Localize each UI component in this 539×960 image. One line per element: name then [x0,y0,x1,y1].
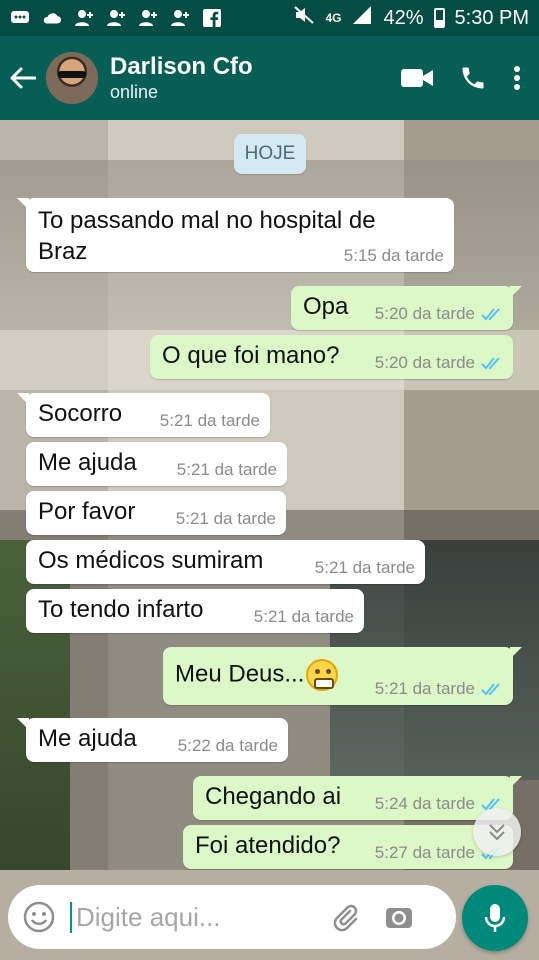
message-outgoing[interactable]: Chegando ai 5:24 da tarde [193,776,522,820]
message-outgoing[interactable]: Opa 5:20 da tarde [291,286,522,330]
more-options-icon[interactable] [513,65,521,91]
message-time: 5:21 da tarde [253,607,354,626]
read-ticks-icon [481,308,500,321]
signal-icon [351,5,373,31]
cloud-icon [42,9,62,27]
message-text: Socorro [38,400,123,427]
voice-message-button[interactable] [462,885,528,951]
contact-avatar[interactable] [46,52,98,104]
add-contact-notification-icon [170,9,190,27]
message-text: Opa [303,293,349,320]
system-indicators: 4G 42% 5:30 PM [293,5,529,31]
composer-bar [0,870,539,960]
message-text: Foi atendido? [195,832,341,859]
message-input[interactable] [70,901,320,933]
message-time: 5:21 da tarde [375,679,503,699]
network-type: 4G [325,10,342,25]
message-time: 5:20 da tarde [375,353,503,373]
contact-status: online [110,82,159,102]
message-time: 5:21 da tarde [314,558,415,577]
message-incoming[interactable]: Socorro 5:21 da tarde [17,393,270,437]
battery-percentage: 42% [383,6,424,29]
message-time: 5:21 da tarde [176,460,277,479]
message-outgoing[interactable]: O que foi mano? 5:20 da tarde [150,335,513,379]
grimacing-face-emoji-icon [306,659,339,691]
emoji-icon[interactable] [22,900,56,934]
message-incoming[interactable]: To passando mal no hospital de Braz 5:15… [17,198,454,272]
header-actions [401,64,539,92]
message-text: Meu Deus... [175,659,339,691]
message-incoming[interactable]: Me ajuda 5:22 da tarde [17,718,288,762]
message-incoming[interactable]: To tendo infarto 5:21 da tarde [26,589,364,633]
message-text: O que foi mano? [162,342,340,369]
clock: 5:30 PM [454,6,529,29]
contact-info[interactable]: Darlison Cfo online [110,53,253,103]
camera-icon[interactable] [382,900,416,934]
message-text: Por favor [38,498,136,525]
microphone-icon [484,904,506,932]
chat-header: Darlison Cfo online [0,36,539,120]
message-text: To tendo infarto [38,596,204,623]
attachment-icon[interactable] [328,900,362,934]
message-text: Me ajuda [38,449,137,476]
add-contact-notification-icon [138,9,158,27]
date-separator: HOJE [234,134,306,174]
add-contact-notification-icon [74,9,94,27]
message-time: 5:22 da tarde [177,736,278,755]
chat-area[interactable]: HOJE To passando mal no hospital de Braz… [0,120,539,870]
message-incoming[interactable]: Por favor 5:21 da tarde [26,491,286,535]
battery-icon [433,8,445,28]
message-time: 5:15 da tarde [343,246,444,265]
message-time: 5:21 da tarde [159,411,260,430]
notification-icons [10,9,222,27]
message-composer [8,885,456,949]
message-outgoing[interactable]: Foi atendido? 5:27 da tarde [183,825,513,869]
read-ticks-icon [481,683,500,696]
facebook-icon [202,9,222,27]
video-call-icon[interactable] [401,67,433,89]
phone-call-icon[interactable] [459,64,487,92]
message-time: 5:20 da tarde [375,304,503,324]
message-incoming[interactable]: Me ajuda 5:21 da tarde [26,442,287,486]
contact-name: Darlison Cfo [110,53,253,80]
double-chevron-down-icon [489,824,505,841]
read-ticks-icon [481,357,500,370]
message-text: Chegando ai [205,783,342,810]
message-outgoing[interactable]: Meu Deus... 5:21 da tarde [163,647,522,705]
scroll-to-bottom-button[interactable] [473,808,521,856]
message-time: 5:21 da tarde [175,509,276,528]
status-bar: 4G 42% 5:30 PM [0,0,539,36]
messages-notification-icon [10,9,30,27]
add-contact-notification-icon [106,9,126,27]
back-arrow-icon[interactable] [0,36,46,120]
mute-icon [293,5,315,31]
message-incoming[interactable]: Os médicos sumiram 5:21 da tarde [26,540,425,584]
message-text: Os médicos sumiram [38,547,264,574]
message-text: Me ajuda [38,725,137,752]
